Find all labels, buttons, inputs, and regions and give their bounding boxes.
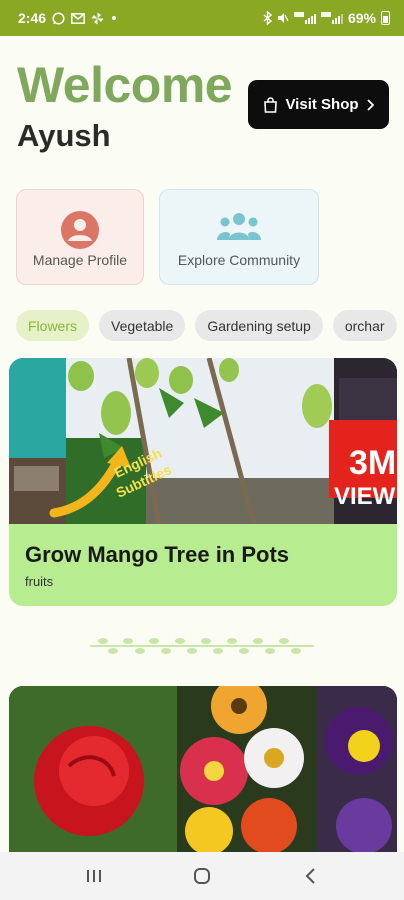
status-right: 69% (263, 10, 390, 26)
battery-percent: 69% (347, 10, 376, 26)
status-time: 2:46 (18, 10, 47, 26)
bluetooth-icon (263, 11, 272, 25)
status-left: 2:46 (18, 10, 118, 26)
explore-community-button[interactable]: Explore Community (159, 189, 319, 285)
home-button[interactable] (182, 861, 222, 891)
explore-community-label: Explore Community (177, 252, 301, 268)
post-tag: fruits (25, 574, 54, 589)
post-title: Grow Mango Tree in Pots (25, 542, 290, 567)
status-bar: 2:46 69% (0, 0, 404, 36)
chip-orchard[interactable]: orchar (332, 310, 397, 341)
shopping-bag-icon (264, 96, 278, 113)
mute-icon (277, 13, 289, 23)
visit-shop-label: Visit Shop (285, 96, 359, 113)
volte-signal-icon (293, 12, 316, 24)
dot-icon (112, 16, 117, 20)
post-card[interactable]: English Subtitles 3M VIEW Grow Mango Tre… (9, 358, 397, 606)
chevron-right-icon (366, 98, 374, 111)
community-icon (217, 213, 261, 240)
category-chips: Flowers Vegetable Gardening setup orchar (16, 310, 397, 341)
post-thumbnail-flowers (9, 686, 397, 856)
recent-apps-button[interactable] (74, 861, 114, 891)
post-card-flowers[interactable] (9, 686, 397, 856)
manage-profile-label: Manage Profile (32, 252, 128, 268)
vine-divider (90, 638, 314, 654)
chip-vegetable[interactable]: Vegetable (99, 310, 186, 341)
recent-apps-icon (87, 870, 101, 882)
username: Ayush (17, 118, 111, 153)
gmail-icon (71, 12, 85, 24)
profile-icon (61, 211, 99, 249)
post-thumbnail: English Subtitles 3M VIEW (9, 358, 397, 524)
home-icon (194, 868, 210, 884)
back-button[interactable] (290, 861, 330, 891)
visit-shop-button[interactable]: Visit Shop (248, 80, 389, 129)
lte-signal-icon (320, 12, 343, 24)
chip-gardening-setup[interactable]: Gardening setup (195, 310, 323, 341)
battery-icon (381, 11, 390, 25)
whatsapp-icon (52, 11, 65, 25)
chip-flowers[interactable]: Flowers (16, 310, 90, 341)
thumb-views-label: VIEW (334, 483, 396, 510)
manage-profile-button[interactable]: Manage Profile (16, 189, 144, 285)
back-icon (305, 868, 315, 884)
welcome-heading: Welcome (17, 57, 233, 113)
pinwheel-icon (91, 12, 104, 24)
thumb-views-number: 3M (349, 444, 396, 482)
system-nav-bar (0, 852, 404, 900)
